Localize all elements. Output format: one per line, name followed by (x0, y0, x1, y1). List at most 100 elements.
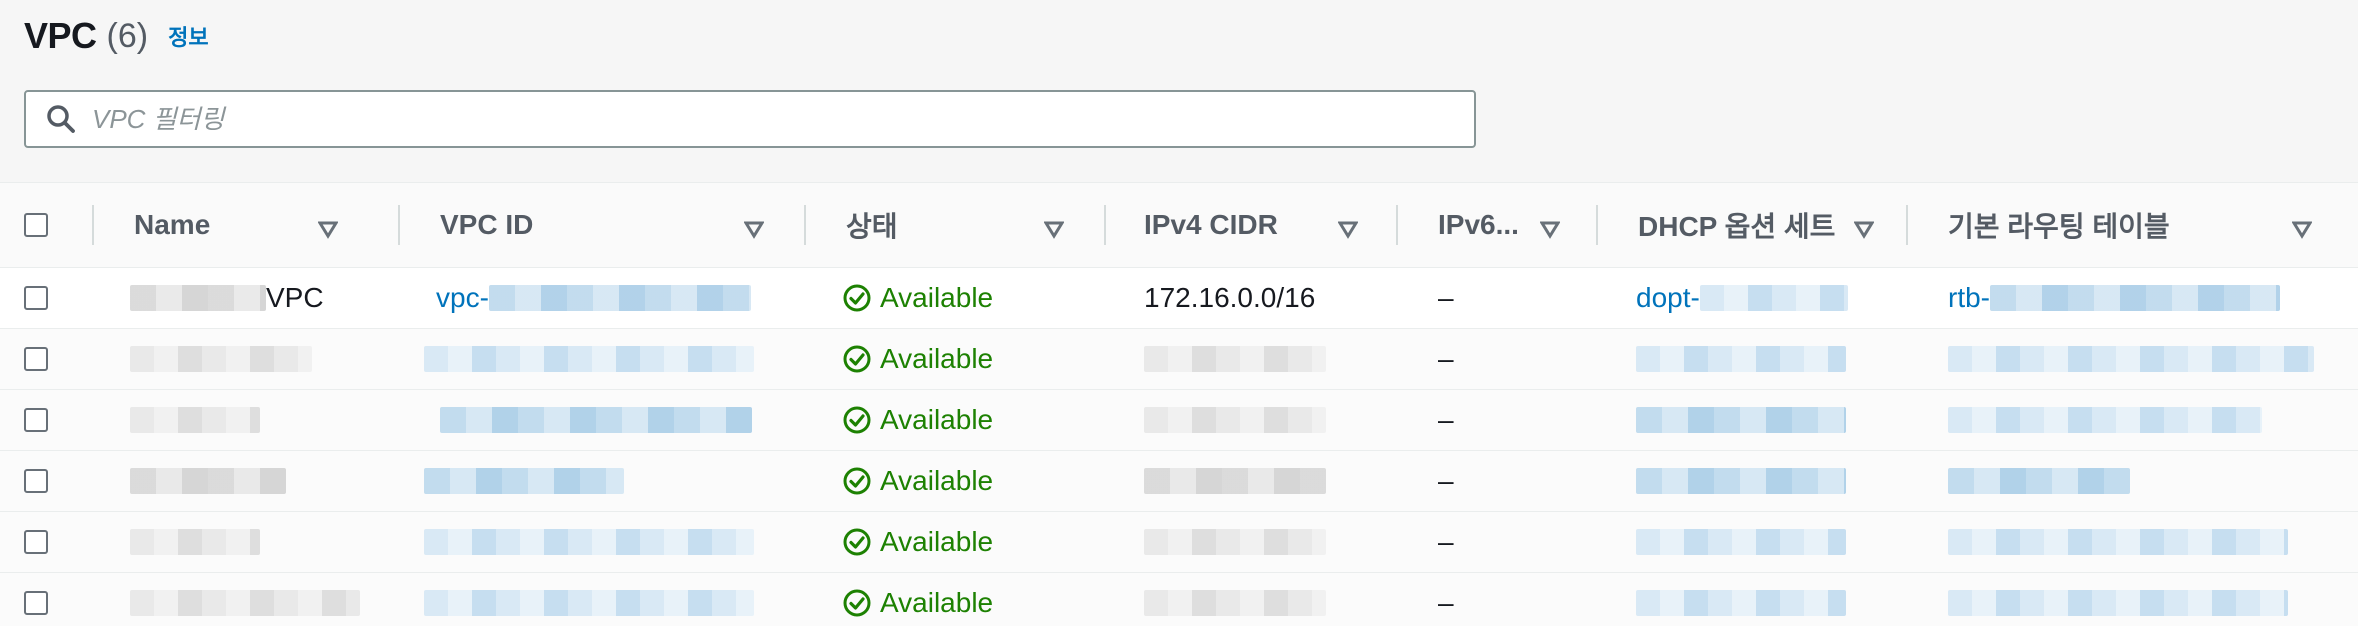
dhcp-link[interactable]: dopt- (1636, 268, 1848, 328)
column-label-status: 상태 (846, 211, 898, 242)
sort-caret-icon[interactable] (1337, 214, 1359, 246)
dhcp-link[interactable] (1636, 329, 1846, 389)
vpc-filter-box[interactable] (24, 90, 1476, 148)
route-table-link[interactable] (1948, 390, 2262, 450)
vpc-name-cell (130, 573, 360, 626)
ipv6-cell: – (1438, 465, 1454, 496)
table-row[interactable]: Available – (0, 390, 2358, 451)
route-table-link[interactable] (1948, 329, 2314, 389)
redacted-text (130, 407, 260, 433)
vpc-table: Name VPC ID 상태 IPv4 CIDR IPv6... DHCP 옵션… (0, 182, 2358, 626)
column-divider (1906, 205, 1908, 245)
sort-caret-icon[interactable] (1539, 214, 1561, 246)
redacted-text (130, 346, 312, 372)
status-cell: Available (842, 329, 993, 389)
table-row[interactable]: VPC vpc- Available 172.16.0.0/16 – dopt- (0, 268, 2358, 329)
redacted-text (440, 407, 752, 433)
status-text: Available (880, 282, 994, 313)
redacted-text (1144, 529, 1326, 555)
table-header: Name VPC ID 상태 IPv4 CIDR IPv6... DHCP 옵션… (0, 183, 2358, 268)
redacted-text (488, 285, 751, 311)
row-checkbox[interactable] (24, 451, 48, 511)
status-cell: Available (842, 573, 993, 626)
ipv6-cell: – (1438, 526, 1454, 557)
column-header-ipv6[interactable]: IPv6... (1438, 183, 1564, 267)
dhcp-prefix[interactable]: dopt- (1636, 282, 1700, 314)
table-row[interactable]: Available – (0, 573, 2358, 626)
redacted-text (1990, 285, 2280, 311)
column-header-main-route-table[interactable]: 기본 라우팅 테이블 (1948, 183, 2328, 267)
check-circle-icon (843, 589, 871, 617)
sort-caret-icon[interactable] (1853, 214, 1875, 246)
select-all-checkbox[interactable] (24, 213, 48, 237)
ipv4-cidr-cell (1144, 573, 1326, 626)
redacted-text (1636, 529, 1846, 555)
redacted-text (1636, 590, 1846, 616)
column-header-vpc-id[interactable]: VPC ID (440, 183, 774, 267)
column-header-ipv4-cidr[interactable]: IPv4 CIDR (1144, 183, 1364, 267)
status-text: Available (880, 343, 994, 374)
vpc-page: VPC (6) 정보 Name (0, 0, 2358, 626)
ipv6-cell: – (1438, 282, 1454, 313)
sort-caret-icon[interactable] (1043, 214, 1065, 246)
ipv6-cell: – (1438, 343, 1454, 374)
table-row[interactable]: Available – (0, 512, 2358, 573)
column-header-name[interactable]: Name (134, 183, 374, 267)
vpc-name-text: VPC (266, 282, 324, 313)
redacted-text (130, 285, 266, 311)
vpc-id-prefix[interactable]: vpc- (436, 282, 489, 314)
dhcp-link[interactable] (1636, 451, 1846, 511)
column-header-status[interactable]: 상태 (846, 183, 1086, 267)
column-divider (1396, 205, 1398, 245)
ipv6-cell: – (1438, 404, 1454, 435)
table-row[interactable]: Available – (0, 329, 2358, 390)
vpc-id-link[interactable] (424, 512, 754, 572)
redacted-text (424, 529, 754, 555)
vpc-name-cell (130, 512, 260, 572)
status-cell: Available (842, 512, 993, 572)
redacted-text (1636, 407, 1846, 433)
info-link[interactable]: 정보 (168, 20, 208, 52)
row-checkbox[interactable] (24, 512, 48, 572)
row-checkbox[interactable] (24, 329, 48, 389)
route-table-link[interactable] (1948, 451, 2130, 511)
sort-caret-icon[interactable] (317, 214, 339, 246)
status-cell: Available (842, 390, 993, 450)
redacted-text (1948, 590, 2288, 616)
sort-caret-icon[interactable] (743, 214, 765, 246)
status-text: Available (880, 587, 994, 618)
row-checkbox[interactable] (24, 573, 48, 626)
vpc-name-cell (130, 329, 312, 389)
dhcp-link[interactable] (1636, 512, 1846, 572)
vpc-count: (6) (106, 16, 149, 55)
ipv4-cidr-cell (1144, 329, 1326, 389)
route-table-link[interactable] (1948, 512, 2288, 572)
vpc-name-cell (130, 451, 286, 511)
dhcp-link[interactable] (1636, 573, 1846, 626)
vpc-name-cell: VPC (130, 268, 324, 328)
row-checkbox[interactable] (24, 268, 48, 328)
route-table-link[interactable] (1948, 573, 2288, 626)
table-row[interactable]: Available – (0, 451, 2358, 512)
vpc-filter-input[interactable] (90, 102, 1394, 136)
sort-caret-icon[interactable] (2291, 214, 2313, 246)
vpc-id-link[interactable] (440, 390, 752, 450)
column-divider (804, 205, 806, 245)
vpc-id-link[interactable] (424, 451, 624, 511)
status-text: Available (880, 526, 994, 557)
rtb-prefix[interactable]: rtb- (1948, 282, 1990, 314)
dhcp-link[interactable] (1636, 390, 1846, 450)
vpc-id-link[interactable] (424, 573, 754, 626)
column-header-dhcp[interactable]: DHCP 옵션 세트 (1638, 183, 1878, 267)
row-checkbox[interactable] (24, 390, 48, 450)
vpc-id-link[interactable] (424, 329, 754, 389)
check-circle-icon (843, 406, 871, 434)
route-table-link[interactable]: rtb- (1948, 268, 2280, 328)
redacted-text (1144, 468, 1326, 494)
ipv4-cidr-cell (1144, 390, 1326, 450)
check-circle-icon (843, 528, 871, 556)
column-divider (398, 205, 400, 245)
redacted-text (1144, 407, 1326, 433)
vpc-id-link[interactable]: vpc- (436, 268, 751, 328)
redacted-text (424, 590, 754, 616)
